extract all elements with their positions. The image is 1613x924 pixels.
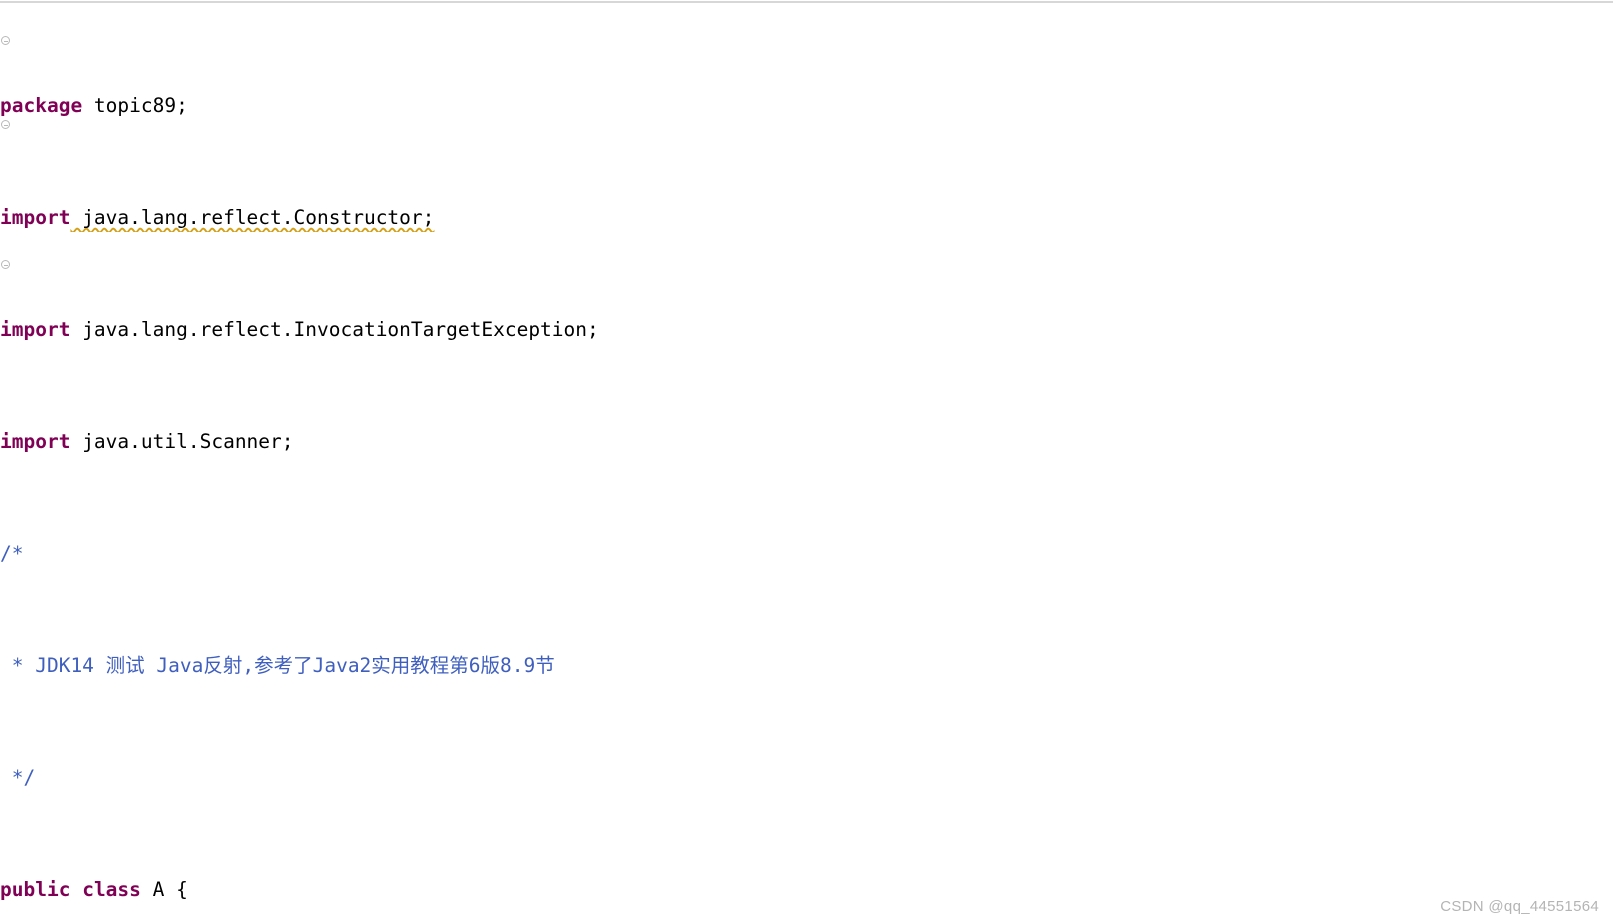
code-line-3: import java.lang.reflect.InvocationTarge… — [0, 316, 1613, 344]
import-scanner: java.util.Scanner; — [70, 430, 294, 453]
code-line-8: public class A { — [0, 876, 1613, 904]
keyword-public: public — [0, 878, 71, 901]
code-editor-viewport[interactable]: package topic89; import java.lang.reflec… — [0, 0, 1613, 924]
code-line-6: * JDK14 测试 Java反射,参考了Java2实用教程第6版8.9节 — [0, 652, 1613, 680]
keyword-import: import — [0, 206, 71, 229]
block-comment-close: */ — [0, 766, 36, 789]
class-declaration-name: A { — [140, 878, 188, 901]
code-line-2: import java.lang.reflect.Constructor; — [0, 204, 1613, 232]
block-comment-body: * JDK14 测试 Java反射,参考了Java2实用教程第6版8.9节 — [0, 654, 555, 677]
source-code-area[interactable]: package topic89; import java.lang.reflec… — [0, 8, 1613, 924]
block-comment-open: /* — [0, 542, 24, 565]
keyword-import: import — [0, 318, 71, 341]
keyword-package: package — [0, 94, 83, 117]
top-divider-rule — [0, 1, 1613, 3]
code-line-7: */ — [0, 764, 1613, 792]
keyword-class: class — [82, 878, 141, 901]
code-line-5: /* — [0, 540, 1613, 568]
csdn-watermark: CSDN @qq_44551564 — [1440, 898, 1599, 915]
code-line-1: package topic89; — [0, 92, 1613, 120]
import-constructor: java.lang.reflect.Constructor; — [70, 206, 435, 229]
package-name: topic89; — [82, 94, 188, 117]
import-invocationtargetexception: java.lang.reflect.InvocationTargetExcept… — [70, 318, 599, 341]
keyword-import: import — [0, 430, 71, 453]
code-line-4: import java.util.Scanner; — [0, 428, 1613, 456]
